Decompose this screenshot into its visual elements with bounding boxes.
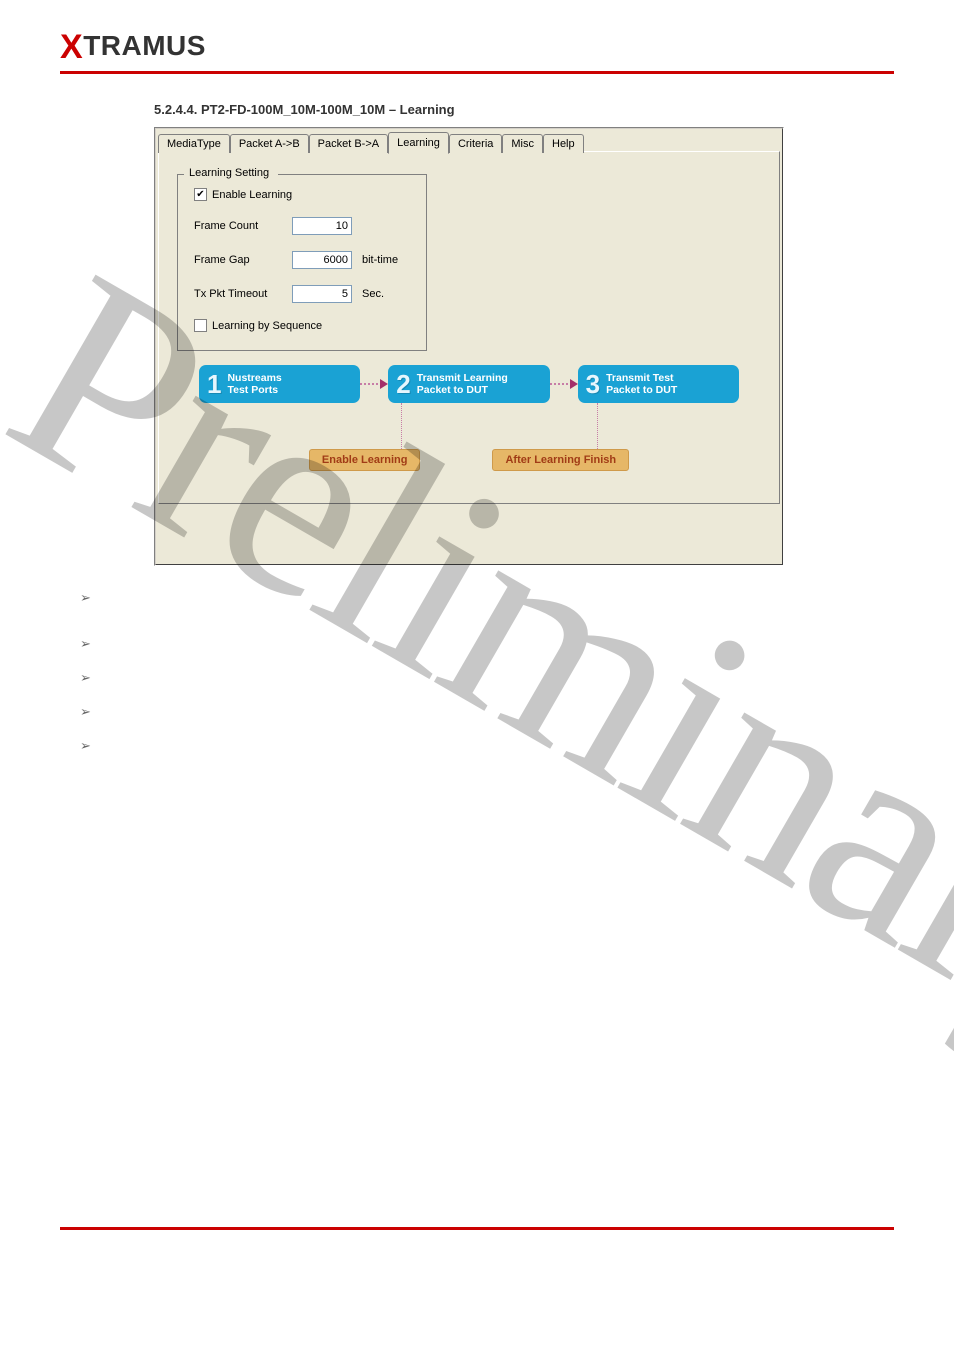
tag-enable-learning: Enable Learning — [309, 449, 421, 471]
dialog-inner: MediaType Packet A->B Packet B->A Learni… — [155, 128, 783, 565]
bullet-row: ➢ Frame Count: Repeat frame count per lea… — [80, 636, 894, 652]
bullet-text: Tx Pkt Timeout: If the system fails to s… — [101, 704, 832, 720]
bottom-rule — [60, 1227, 894, 1230]
learn-seq-label: Learning by Sequence — [212, 320, 322, 332]
flow-tags: Enable Learning After Learning Finish — [199, 449, 739, 471]
frame-gap-unit: bit-time — [362, 254, 398, 266]
bullet-row: ➢ Learning by Sequence: It changes the se… — [80, 738, 894, 766]
frame-count-row: Frame Count — [194, 217, 414, 235]
flow-steps: 1 NustreamsTest Ports 2 Transmit Learnin… — [199, 365, 739, 403]
tx-timeout-unit: Sec. — [362, 288, 384, 300]
groupbox-title: Learning Setting — [186, 167, 272, 179]
dialog: MediaType Packet A->B Packet B->A Learni… — [154, 127, 784, 566]
frame-count-input[interactable] — [292, 217, 352, 235]
step1-num: 1 — [207, 369, 221, 400]
frame-count-label: Frame Count — [194, 220, 282, 232]
tx-timeout-row: Tx Pkt Timeout Sec. — [194, 285, 414, 303]
enable-learning-checkbox[interactable]: ✔ — [194, 188, 207, 201]
bullet-text: Frame Count: Repeat frame count per lear… — [101, 636, 441, 652]
frame-gap-input[interactable] — [292, 251, 352, 269]
tab-criteria[interactable]: Criteria — [449, 134, 502, 153]
bullet-icon: ➢ — [80, 590, 91, 618]
tag-after-finish: After Learning Finish — [492, 449, 629, 471]
bullet-text: Frame Gap: Duration time between learnin… — [101, 670, 389, 686]
flow-step-1: 1 NustreamsTest Ports — [199, 365, 360, 403]
step1-text: NustreamsTest Ports — [227, 372, 281, 396]
frame-gap-row: Frame Gap bit-time — [194, 251, 414, 269]
top-rule — [60, 71, 894, 74]
bullet-text: Learning by Sequence: It changes the seq… — [101, 738, 894, 766]
tab-strip: MediaType Packet A->B Packet B->A Learni… — [156, 131, 782, 153]
tab-learning[interactable]: Learning — [388, 132, 449, 154]
flow-diagram: 1 NustreamsTest Ports 2 Transmit Learnin… — [199, 365, 739, 485]
step3-num: 3 — [586, 369, 600, 400]
tab-help[interactable]: Help — [543, 134, 584, 153]
bullet-row: ➢ Frame Gap: Duration time between learni… — [80, 670, 894, 686]
learning-setting-group: Learning Setting ✔ Enable Learning Frame… — [177, 174, 427, 351]
flow-step-3: 3 Transmit TestPacket to DUT — [578, 365, 739, 403]
arrow-2-3-icon — [550, 383, 578, 385]
frame-gap-label: Frame Gap — [194, 254, 282, 266]
bullet-icon: ➢ — [80, 738, 91, 766]
bullet-icon: ➢ — [80, 704, 91, 720]
step2-text: Transmit LearningPacket to DUT — [417, 372, 508, 396]
tab-packet-a-b[interactable]: Packet A->B — [230, 134, 309, 153]
arrow-1-2-icon — [360, 383, 388, 385]
enable-learning-label: Enable Learning — [212, 189, 292, 201]
tx-timeout-input[interactable] — [292, 285, 352, 303]
description-bullets: ➢ Enable Learning: As shown in the figure… — [80, 590, 894, 766]
step2-num: 2 — [396, 369, 410, 400]
tab-panel-learning: Learning Setting ✔ Enable Learning Frame… — [158, 151, 780, 504]
brand-logo: XTRAMUS — [60, 28, 894, 67]
brand-x: X — [60, 28, 83, 66]
learn-seq-checkbox[interactable] — [194, 319, 207, 332]
bullet-row: ➢ Enable Learning: As shown in the figure… — [80, 590, 894, 618]
flow-step-2: 2 Transmit LearningPacket to DUT — [388, 365, 549, 403]
section-heading: 5.2.4.4. PT2-FD-100M_10M-100M_10M – Lear… — [154, 102, 894, 117]
bullet-row: ➢ Tx Pkt Timeout: If the system fails to … — [80, 704, 894, 720]
learn-seq-row: Learning by Sequence — [194, 319, 414, 332]
bullet-icon: ➢ — [80, 636, 91, 652]
brand-rest: TRAMUS — [83, 30, 206, 61]
enable-learning-row: ✔ Enable Learning — [194, 188, 414, 201]
bullet-icon: ➢ — [80, 670, 91, 686]
tab-packet-b-a[interactable]: Packet B->A — [309, 134, 388, 153]
step3-text: Transmit TestPacket to DUT — [606, 372, 677, 396]
bullet-text: Enable Learning: As shown in the figures… — [101, 590, 894, 618]
page: XTRAMUS 5.2.4.4. PT2-FD-100M_10M-100M_10… — [0, 0, 954, 1350]
tx-timeout-label: Tx Pkt Timeout — [194, 288, 282, 300]
tab-mediatype[interactable]: MediaType — [158, 134, 230, 153]
tab-misc[interactable]: Misc — [502, 134, 543, 153]
